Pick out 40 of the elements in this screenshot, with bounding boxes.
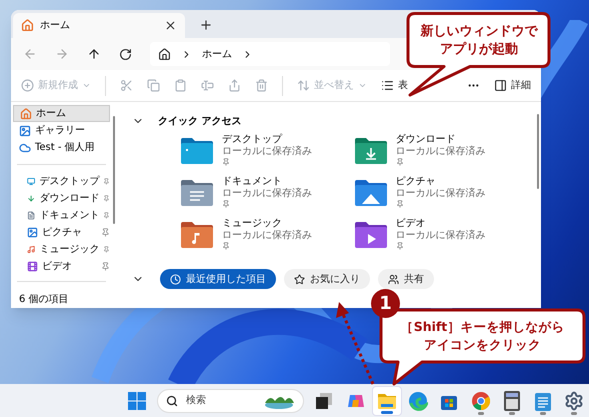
search-field[interactable]: 検索 (157, 388, 304, 412)
sidebar-item[interactable]: ドキュメント (13, 207, 110, 224)
sidebar-item[interactable]: ギャラリー (13, 122, 110, 139)
folder-tile[interactable]: ビデオ ローカルに保存済み (354, 218, 527, 260)
folder-name: ドキュメント (222, 176, 283, 188)
folder-tile[interactable]: デスクトップ ローカルに保存済み (180, 134, 354, 176)
tab[interactable]: ホーム (13, 13, 185, 38)
sidebar-item[interactable]: ミュージック (13, 241, 110, 258)
sidebar-item[interactable]: ホーム (13, 105, 110, 122)
folder-status: ローカルに保存済み (396, 146, 486, 158)
folder-name: デスクトップ (222, 134, 284, 146)
folder-tile[interactable]: ダウンロード ローカルに保存済み (354, 134, 527, 176)
folder-name: ビデオ (396, 218, 426, 230)
folder-tile[interactable]: ドキュメント ローカルに保存済み (180, 176, 354, 218)
folder-name: ピクチャ (396, 176, 436, 188)
breadcrumb[interactable]: ホーム (202, 46, 232, 62)
folder-status: ローカルに保存済み (222, 188, 312, 200)
folder-name: ダウンロード (396, 134, 456, 146)
folder-status: ローカルに保存済み (222, 146, 312, 158)
status-text: 6 個の項目 (19, 293, 69, 307)
folder-tile[interactable]: ピクチャ ローカルに保存済み (354, 176, 527, 218)
folder-status: ローカルに保存済み (396, 188, 486, 200)
folder-status: ローカルに保存済み (396, 230, 486, 242)
sidebar-item[interactable]: ビデオ (13, 258, 110, 275)
folder-status: ローカルに保存済み (222, 230, 312, 242)
sidebar-item[interactable]: Test - 個人用 (13, 139, 110, 156)
filter-chip[interactable]: 共有 (378, 269, 434, 289)
folder-name: ミュージック (222, 218, 283, 230)
sidebar-item[interactable]: ピクチャ (13, 224, 110, 241)
address-bar[interactable]: ホーム (150, 42, 390, 66)
callout-text: ［Shift］キーを押しながら アイコンをクリック (400, 318, 566, 354)
folder-tile[interactable]: ミュージック ローカルに保存済み (180, 218, 354, 260)
toolbar-button[interactable]: 詳細 (494, 78, 531, 93)
toolbar-button[interactable]: 表 (381, 78, 408, 93)
filter-chip[interactable]: 最近使用した項目 (160, 269, 276, 289)
filter-chip[interactable]: お気に入り (284, 269, 370, 289)
sidebar-item[interactable]: ダウンロード (13, 190, 110, 207)
section-title: クイック アクセス (158, 114, 242, 128)
sidebar-item[interactable]: デスクトップ (13, 173, 110, 190)
callout-text: 新しいウィンドウで アプリが起動 (420, 23, 539, 59)
